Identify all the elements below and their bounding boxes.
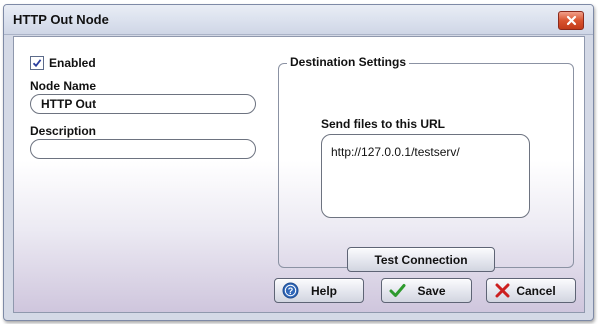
help-icon: ?: [282, 282, 299, 299]
enabled-row[interactable]: Enabled: [30, 56, 96, 70]
destination-settings-title: Destination Settings: [287, 55, 410, 69]
enabled-checkbox[interactable]: [30, 56, 44, 70]
title-bar: HTTP Out Node: [4, 5, 593, 35]
close-icon: [566, 15, 576, 26]
save-label: Save: [417, 283, 446, 298]
test-connection-label: Test Connection: [374, 252, 468, 267]
url-label: Send files to this URL: [321, 117, 446, 131]
node-name-input[interactable]: [30, 94, 256, 114]
cancel-button[interactable]: Cancel: [486, 278, 576, 303]
test-connection-button[interactable]: Test Connection: [347, 247, 495, 272]
checkmark-icon: [389, 282, 406, 299]
save-button[interactable]: Save: [381, 278, 472, 303]
node-name-label: Node Name: [30, 79, 97, 93]
close-button[interactable]: [558, 11, 584, 30]
help-button[interactable]: ? Help: [274, 278, 364, 303]
svg-text:?: ?: [288, 286, 294, 296]
description-input[interactable]: [30, 139, 256, 159]
cancel-label: Cancel: [516, 283, 556, 298]
destination-settings-group: Destination Settings Send files to this …: [278, 55, 574, 272]
dialog-content: Enabled Node Name Description Destinatio…: [13, 36, 585, 313]
http-out-node-dialog: HTTP Out Node Enabled Node Name Descript…: [3, 4, 594, 321]
help-label: Help: [310, 283, 337, 298]
description-label: Description: [30, 124, 97, 138]
url-textarea[interactable]: http://127.0.0.1/testserv/: [321, 134, 530, 218]
cancel-icon: [494, 282, 511, 299]
dialog-title: HTTP Out Node: [13, 12, 109, 27]
checkmark-icon: [32, 59, 42, 68]
enabled-label: Enabled: [49, 56, 96, 70]
